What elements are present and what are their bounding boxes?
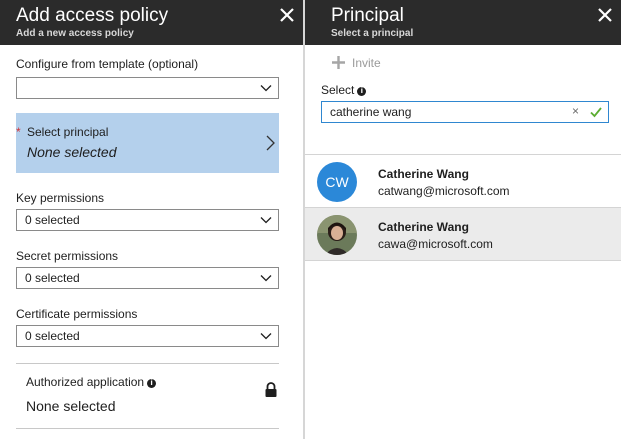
template-label: Configure from template (optional) bbox=[16, 57, 199, 71]
result-name: Catherine Wang bbox=[378, 167, 469, 181]
invite-label: Invite bbox=[352, 56, 381, 70]
chevron-right-icon bbox=[266, 135, 275, 151]
lock-icon bbox=[265, 382, 277, 397]
blade-title: Add access policy bbox=[16, 5, 169, 26]
select-principal-label: Select principal bbox=[27, 125, 109, 139]
close-icon[interactable] bbox=[596, 6, 614, 24]
chevron-down-icon bbox=[260, 333, 272, 340]
secret-permissions-dropdown[interactable]: 0 selected bbox=[16, 267, 279, 289]
chevron-down-icon bbox=[260, 85, 272, 92]
search-field: × bbox=[321, 101, 609, 123]
select-label-text: Select bbox=[321, 83, 355, 97]
plus-icon bbox=[332, 56, 345, 69]
blade-title: Principal bbox=[331, 5, 404, 26]
divider bbox=[305, 260, 621, 261]
required-marker: * bbox=[16, 125, 21, 139]
select-principal-button[interactable]: * Select principal None selected bbox=[16, 113, 279, 173]
template-dropdown[interactable] bbox=[16, 77, 279, 99]
clear-icon[interactable]: × bbox=[572, 104, 579, 118]
chevron-down-icon bbox=[260, 275, 272, 282]
result-name: Catherine Wang bbox=[378, 220, 469, 234]
blade-header: Add access policy Add a new access polic… bbox=[0, 0, 303, 45]
search-input[interactable] bbox=[322, 102, 562, 122]
divider bbox=[16, 363, 279, 364]
search-result-item[interactable]: Catherine Wang cawa@microsoft.com bbox=[305, 208, 621, 260]
search-result-item[interactable]: CW Catherine Wang catwang@microsoft.com bbox=[305, 155, 621, 207]
blade-subtitle: Select a principal bbox=[331, 28, 414, 39]
key-permissions-label: Key permissions bbox=[16, 191, 105, 205]
close-icon[interactable] bbox=[278, 6, 296, 24]
result-email: catwang@microsoft.com bbox=[378, 184, 510, 198]
secret-permissions-label: Secret permissions bbox=[16, 249, 119, 263]
authorized-application-value: None selected bbox=[26, 398, 116, 414]
chevron-down-icon bbox=[260, 217, 272, 224]
divider bbox=[16, 428, 279, 429]
principal-blade: Principal Select a principal Invite Sele… bbox=[305, 0, 621, 439]
select-principal-value: None selected bbox=[27, 144, 117, 160]
authorized-application-label-text: Authorized application bbox=[26, 375, 145, 389]
secret-permissions-value: 0 selected bbox=[25, 271, 80, 285]
certificate-permissions-dropdown[interactable]: 0 selected bbox=[16, 325, 279, 347]
info-icon[interactable]: i bbox=[357, 87, 367, 96]
checkmark-icon bbox=[590, 107, 602, 118]
add-access-policy-blade: Add access policy Add a new access polic… bbox=[0, 0, 303, 439]
certificate-permissions-label: Certificate permissions bbox=[16, 307, 138, 321]
key-permissions-dropdown[interactable]: 0 selected bbox=[16, 209, 279, 231]
avatar-photo bbox=[317, 215, 357, 255]
key-permissions-value: 0 selected bbox=[25, 213, 80, 227]
blade-subtitle: Add a new access policy bbox=[16, 28, 134, 39]
avatar: CW bbox=[317, 162, 357, 202]
certificate-permissions-value: 0 selected bbox=[25, 329, 80, 343]
info-icon[interactable]: i bbox=[147, 379, 157, 388]
result-email: cawa@microsoft.com bbox=[378, 237, 493, 251]
select-label: Select i bbox=[321, 83, 367, 97]
blade-header: Principal Select a principal bbox=[305, 0, 621, 45]
authorized-application-label: Authorized application i bbox=[26, 375, 157, 389]
